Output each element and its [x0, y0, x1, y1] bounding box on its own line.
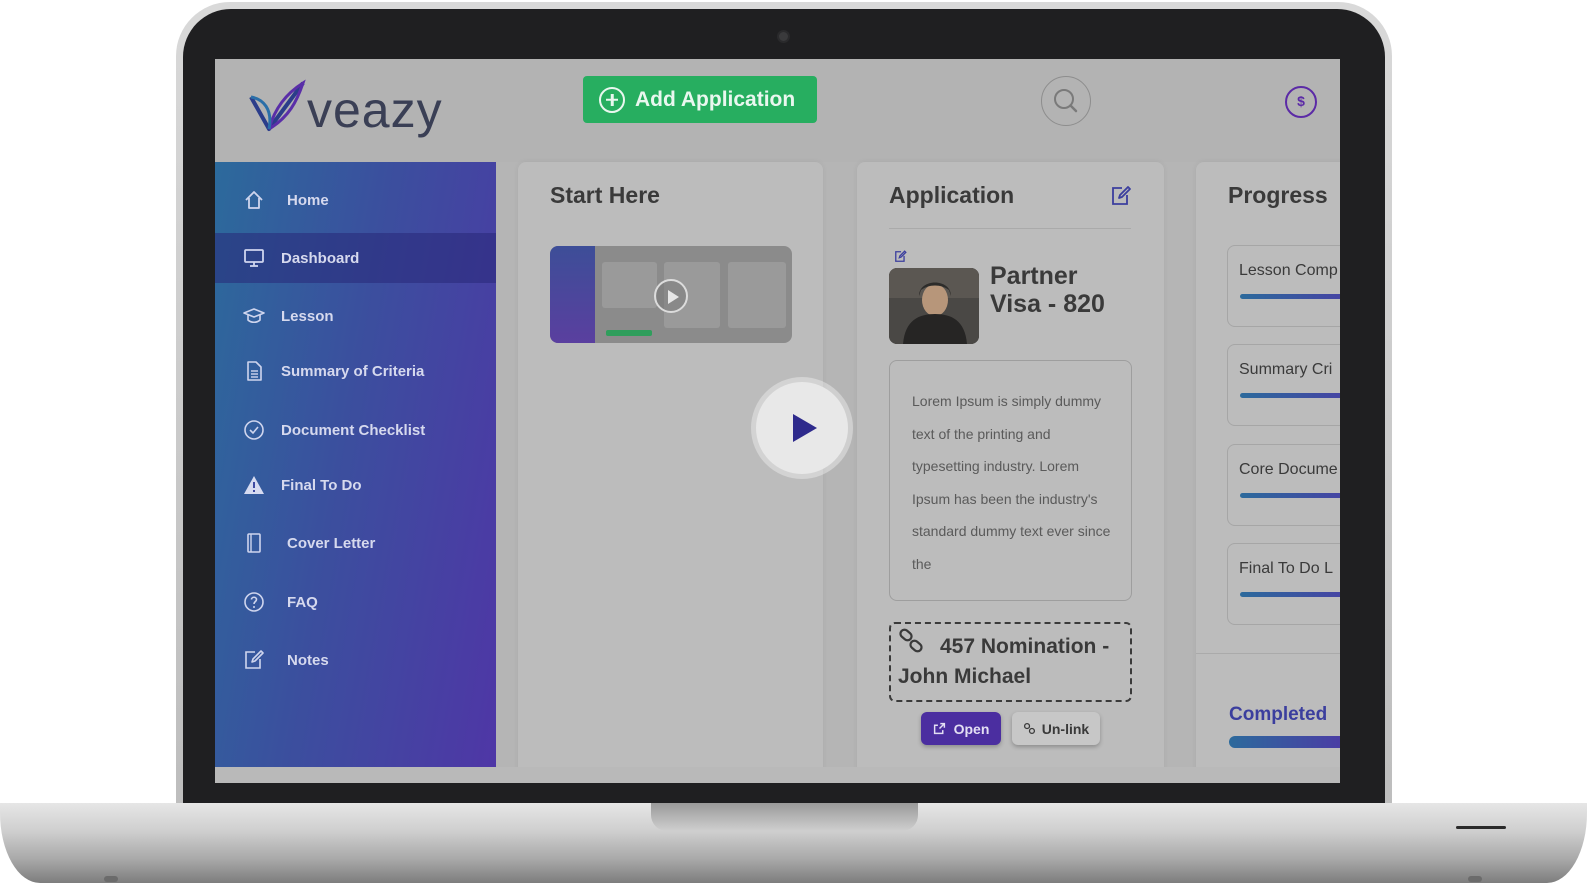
sidebar-item-lesson[interactable]: Lesson [215, 291, 496, 341]
sidebar-item-label: Home [287, 191, 329, 209]
tutorial-video-thumbnail[interactable] [550, 246, 792, 343]
progress-item-label: Summary Cri [1239, 361, 1333, 378]
progress-item-final-to-do[interactable]: Final To Do L [1227, 543, 1340, 625]
progress-bar [1240, 294, 1340, 299]
sidebar-item-summary-of-criteria[interactable]: Summary of Criteria [215, 346, 496, 396]
progress-item-summary[interactable]: Summary Cri [1227, 344, 1340, 426]
graduation-cap-icon [243, 305, 265, 327]
applicant-avatar [889, 268, 979, 344]
progress-item-label: Final To Do L [1239, 560, 1333, 577]
progress-item-lesson[interactable]: Lesson Comp [1227, 245, 1340, 327]
card-divider [1196, 653, 1340, 654]
thumbnail-card [602, 262, 657, 308]
brand-name: veazy [307, 82, 443, 138]
laptop-foot [104, 876, 118, 882]
sidebar-item-document-checklist[interactable]: Document Checklist [215, 405, 496, 455]
sidebar-item-label: Final To Do [281, 476, 362, 494]
sidebar-item-faq[interactable]: FAQ [215, 577, 496, 627]
linked-nomination-label: 457 Nomination - John Michael [898, 635, 1110, 688]
thumbnail-button [606, 330, 652, 336]
dollar-icon: $ [1297, 93, 1305, 109]
question-circle-icon [243, 591, 265, 613]
unlink-button[interactable]: Un-link [1012, 712, 1100, 745]
play-circle-icon [654, 279, 688, 313]
top-bar: veazy Add Application $ [215, 59, 1340, 162]
add-application-button[interactable]: Add Application [583, 76, 817, 123]
thumbnail-card [728, 262, 786, 328]
home-icon [243, 189, 265, 211]
open-button[interactable]: Open [921, 712, 1001, 745]
link-icon [899, 628, 923, 653]
card-divider [889, 228, 1131, 229]
check-circle-icon [243, 419, 265, 441]
sidebar: Home Dashboard Lesson Summary of Criteri… [215, 162, 496, 783]
progress-bar [1240, 393, 1340, 398]
add-application-label: Add Application [635, 87, 796, 111]
sidebar-item-label: Cover Letter [287, 534, 376, 552]
veazy-logo[interactable]: veazy [245, 73, 485, 143]
warning-icon [243, 474, 265, 496]
laptop-notch [651, 803, 918, 831]
document-icon [243, 360, 265, 382]
screen-bottom-strip [215, 767, 1340, 783]
search-icon [1053, 88, 1077, 112]
edit-icon [243, 649, 265, 671]
sidebar-item-dashboard[interactable]: Dashboard [215, 233, 496, 283]
card-title: Start Here [550, 182, 660, 208]
completed-progress-bar [1229, 736, 1340, 748]
sidebar-item-notes[interactable]: Notes [215, 635, 496, 685]
card-title: Progress [1228, 182, 1328, 208]
credits-button[interactable]: $ [1285, 86, 1317, 118]
open-label: Open [953, 720, 990, 737]
unlink-label: Un-link [1041, 720, 1090, 737]
plus-circle-icon [599, 86, 625, 113]
progress-item-core-documents[interactable]: Core Docume [1227, 444, 1340, 526]
card-title: Application [889, 182, 1015, 208]
linked-nomination[interactable]: 457 Nomination - John Michael [889, 622, 1132, 702]
sidebar-item-label: Notes [287, 651, 329, 669]
unlink-icon [1023, 722, 1035, 735]
visa-name: Partner Visa - 820 [990, 262, 1105, 318]
sidebar-item-final-to-do[interactable]: Final To Do [215, 460, 496, 510]
external-link-icon [933, 722, 945, 735]
sidebar-item-label: Lesson [281, 307, 334, 325]
search-button[interactable] [1041, 76, 1091, 126]
sidebar-item-label: Summary of Criteria [281, 362, 425, 380]
completed-label: Completed [1229, 704, 1328, 725]
sidebar-item-label: Dashboard [281, 249, 360, 267]
sidebar-item-cover-letter[interactable]: Cover Letter [215, 518, 496, 568]
progress-item-label: Core Docume [1239, 461, 1338, 478]
sidebar-item-label: FAQ [287, 593, 318, 611]
sidebar-item-label: Document Checklist [281, 421, 426, 439]
thumbnail-sidebar [550, 246, 595, 343]
progress-bar [1240, 493, 1340, 498]
base-indicator [1456, 826, 1506, 829]
edit-small-icon[interactable] [894, 250, 907, 268]
app-screen: veazy Add Application $ Home Dashboard L… [215, 59, 1340, 783]
progress-bar [1240, 592, 1340, 597]
webcam [777, 30, 790, 43]
monitor-icon [243, 247, 265, 269]
laptop-foot [1468, 876, 1482, 882]
edit-icon[interactable] [1110, 185, 1132, 212]
application-description: Lorem Ipsum is simply dummy text of the … [889, 360, 1132, 601]
sidebar-item-home[interactable]: Home [215, 175, 496, 225]
progress-item-label: Lesson Comp [1239, 262, 1338, 279]
play-video-button[interactable] [756, 382, 848, 474]
notebook-icon [243, 532, 265, 554]
